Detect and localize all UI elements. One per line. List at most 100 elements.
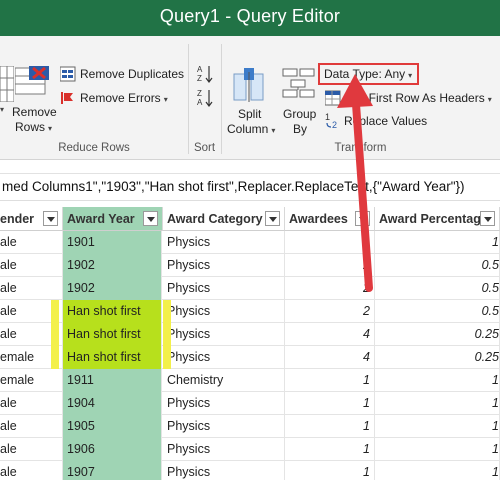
filter-dropdown-icon[interactable] — [355, 211, 370, 226]
table-row[interactable]: ale 1906 Physics 1 1 — [0, 438, 500, 461]
award-year-cell[interactable]: Han shot first — [63, 346, 162, 369]
remove-duplicates-button[interactable]: Remove Duplicates — [80, 67, 184, 81]
table-row[interactable]: ale Han shot first Physics 4 0.25 — [0, 323, 500, 346]
split-column-button-line2[interactable]: Column ▾ — [227, 122, 275, 136]
award-category-cell[interactable]: Physics — [163, 461, 285, 480]
awardees-cell[interactable]: 2 — [285, 300, 375, 323]
table-row[interactable]: ale Han shot first Physics 2 0.5 — [0, 300, 500, 323]
sort-ascending-icon[interactable]: A Z — [197, 64, 213, 89]
filter-dropdown-icon[interactable] — [143, 211, 158, 226]
award-category-cell[interactable]: Physics — [163, 346, 285, 369]
award-percentage-cell[interactable]: 1 — [375, 231, 500, 254]
remove-errors-label: Remove Errors — [80, 91, 161, 105]
table-row[interactable]: ale 1904 Physics 1 1 — [0, 392, 500, 415]
table-row[interactable]: ale 1907 Physics 1 1 — [0, 461, 500, 480]
award-year-cell[interactable]: 1911 — [63, 369, 162, 392]
gender-cell[interactable]: ale — [0, 231, 63, 254]
column-header-label: Award Category — [167, 212, 263, 226]
column-header-award-year[interactable]: Award Year — [63, 207, 163, 231]
awardees-cell[interactable]: 1 — [285, 461, 375, 480]
awardees-cell[interactable]: 4 — [285, 346, 375, 369]
gender-cell[interactable]: ale — [0, 461, 63, 480]
formula-text[interactable]: med Columns1","1903","Han shot first",Re… — [2, 179, 465, 194]
award-percentage-cell[interactable]: 1 — [375, 438, 500, 461]
award-year-cell[interactable]: Han shot first — [63, 300, 162, 323]
use-first-row-icon — [324, 90, 341, 111]
filter-dropdown-icon[interactable] — [480, 211, 495, 226]
column-header-award-percentage[interactable]: Award Percentage — [375, 207, 500, 231]
table-row[interactable]: emale Han shot first Physics 4 0.25 — [0, 346, 500, 369]
awardees-cell[interactable]: 1 — [285, 231, 375, 254]
column-header-award-category[interactable]: Award Category — [163, 207, 285, 231]
award-percentage-cell[interactable]: 1 — [375, 392, 500, 415]
chevron-down-icon: ▾ — [487, 95, 492, 104]
table-row[interactable]: ale 1901 Physics 1 1 — [0, 231, 500, 254]
ribbon-divider — [221, 44, 222, 154]
gender-cell[interactable]: ale — [0, 254, 63, 277]
award-category-cell[interactable]: Physics — [163, 231, 285, 254]
gender-cell[interactable]: ale — [0, 415, 63, 438]
awardees-cell[interactable]: 1 — [285, 415, 375, 438]
sort-descending-icon[interactable]: Z A — [197, 88, 213, 113]
gender-cell[interactable]: emale — [0, 369, 63, 392]
split-column-icon[interactable] — [233, 68, 265, 107]
gender-cell[interactable]: ale — [0, 392, 63, 415]
highlight-marker — [163, 300, 171, 323]
award-percentage-cell[interactable]: 0.5 — [375, 277, 500, 300]
award-percentage-cell[interactable]: 0.25 — [375, 323, 500, 346]
remove-rows-icon — [0, 65, 15, 107]
replace-values-button[interactable]: Replace Values — [344, 114, 427, 128]
award-category-cell[interactable]: Physics — [163, 323, 285, 346]
award-percentage-cell[interactable]: 0.25 — [375, 346, 500, 369]
award-year-cell[interactable]: 1901 — [63, 231, 162, 254]
group-by-icon[interactable] — [282, 68, 316, 103]
award-category-cell[interactable]: Chemistry — [163, 369, 285, 392]
awardees-cell[interactable]: 1 — [285, 369, 375, 392]
award-category-cell[interactable]: Physics — [163, 300, 285, 323]
filter-dropdown-icon[interactable] — [43, 211, 58, 226]
left-dropdown-caret[interactable]: ▾ — [0, 105, 4, 114]
gender-cell[interactable]: ale — [0, 277, 63, 300]
awardees-cell[interactable]: 2 — [285, 277, 375, 300]
column-header-label: Awardees — [289, 212, 348, 226]
award-percentage-cell[interactable]: 1 — [375, 415, 500, 438]
gender-cell[interactable]: ale — [0, 438, 63, 461]
award-category-cell[interactable]: Physics — [163, 415, 285, 438]
award-year-cell[interactable]: Han shot first — [63, 323, 162, 346]
title-bar: Query1 - Query Editor — [0, 0, 500, 36]
filter-dropdown-icon[interactable] — [265, 211, 280, 226]
award-year-cell[interactable]: 1904 — [63, 392, 162, 415]
remove-rows-button-icon[interactable] — [14, 66, 51, 101]
award-year-cell[interactable]: 1905 — [63, 415, 162, 438]
award-category-cell[interactable]: Physics — [163, 392, 285, 415]
awardees-cell[interactable]: 1 — [285, 438, 375, 461]
table-row[interactable]: ale 1902 Physics 2 0.5 — [0, 254, 500, 277]
award-category-cell[interactable]: Physics — [163, 438, 285, 461]
use-first-row-as-headers-button[interactable]: Use First Row As Headers ▾ — [344, 91, 492, 105]
award-year-cell[interactable]: 1907 — [63, 461, 162, 480]
award-year-cell[interactable]: 1902 — [63, 254, 162, 277]
remove-rows-button[interactable]: Remove — [12, 105, 57, 119]
award-percentage-cell[interactable]: 1 — [375, 461, 500, 480]
awardees-cell[interactable]: 1 — [285, 392, 375, 415]
table-row[interactable]: ale 1902 Physics 2 0.5 — [0, 277, 500, 300]
formula-bar[interactable]: med Columns1","1903","Han shot first",Re… — [0, 173, 500, 201]
table-row[interactable]: ale 1905 Physics 1 1 — [0, 415, 500, 438]
column-header-awardees[interactable]: Awardees — [285, 207, 375, 231]
table-row[interactable]: emale 1911 Chemistry 1 1 — [0, 369, 500, 392]
award-category-cell[interactable]: Physics — [163, 254, 285, 277]
award-year-cell[interactable]: 1902 — [63, 277, 162, 300]
remove-errors-button[interactable]: Remove Errors ▾ — [80, 91, 168, 105]
award-percentage-cell[interactable]: 1 — [375, 369, 500, 392]
award-category-cell[interactable]: Physics — [163, 277, 285, 300]
award-percentage-cell[interactable]: 0.5 — [375, 254, 500, 277]
awardees-cell[interactable]: 2 — [285, 254, 375, 277]
remove-rows-button-line2[interactable]: Rows ▾ — [15, 120, 52, 134]
split-column-button[interactable]: Split — [238, 107, 261, 121]
group-by-button[interactable]: Group — [283, 107, 316, 121]
award-percentage-cell[interactable]: 0.5 — [375, 300, 500, 323]
award-year-cell[interactable]: 1906 — [63, 438, 162, 461]
column-header-gender[interactable]: ender — [0, 207, 63, 231]
split-column-label-1: Split — [238, 107, 262, 121]
awardees-cell[interactable]: 4 — [285, 323, 375, 346]
